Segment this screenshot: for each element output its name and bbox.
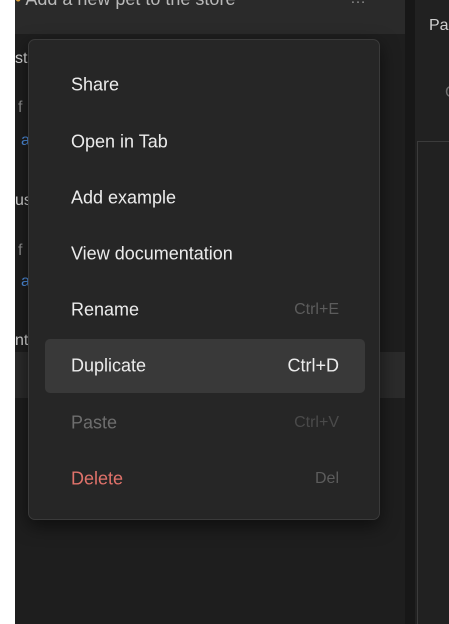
menu-item-view-documentation[interactable]: View documentation <box>45 227 365 281</box>
menu-item-label: Open in Tab <box>71 131 168 152</box>
menu-item-shortcut: Ctrl+D <box>287 355 339 376</box>
context-menu: Share Open in Tab Add example View docum… <box>28 39 380 520</box>
menu-item-open-in-tab[interactable]: Open in Tab <box>45 115 365 169</box>
request-tab-strip[interactable]: • Add a new pet to the store … <box>15 0 405 34</box>
menu-item-paste: Paste Ctrl+V <box>45 396 365 450</box>
menu-item-share[interactable]: Share <box>45 58 365 112</box>
menu-item-label: View documentation <box>71 243 233 264</box>
editor-tab-label[interactable]: Pa <box>429 17 449 35</box>
request-title: • Add a new pet to the store <box>15 0 235 10</box>
request-title-text: Add a new pet to the store <box>25 0 235 9</box>
editor-faint-text: C <box>445 84 449 102</box>
menu-item-duplicate[interactable]: Duplicate Ctrl+D <box>45 339 365 393</box>
menu-item-add-example[interactable]: Add example <box>45 171 365 225</box>
menu-item-label: Add example <box>71 187 177 208</box>
method-dot-icon: • <box>15 0 21 9</box>
menu-item-delete[interactable]: Delete Del <box>45 452 365 506</box>
request-editor-pane: Pa C <box>415 0 449 624</box>
menu-item-label: Rename <box>71 299 140 320</box>
pane-divider[interactable] <box>405 0 415 624</box>
menu-item-rename[interactable]: Rename Ctrl+E <box>45 283 365 337</box>
menu-item-shortcut: Ctrl+V <box>294 414 339 431</box>
sidebar-text-fragment: st <box>15 50 28 67</box>
editor-panel <box>417 141 449 624</box>
sidebar-text-fragment: f <box>18 242 23 259</box>
more-options-icon[interactable]: … <box>350 0 367 8</box>
menu-item-label: Paste <box>71 412 118 433</box>
menu-item-shortcut: Del <box>314 470 339 487</box>
menu-item-label: Share <box>71 74 120 95</box>
menu-item-shortcut: Ctrl+E <box>294 301 339 318</box>
menu-item-label: Duplicate <box>71 355 147 376</box>
sidebar-text-fragment: nt <box>15 332 29 349</box>
sidebar-text-fragment: f <box>18 99 23 116</box>
menu-item-label: Delete <box>71 468 124 489</box>
app-window: •Add a new pet to the store … st f a us … <box>15 0 449 624</box>
